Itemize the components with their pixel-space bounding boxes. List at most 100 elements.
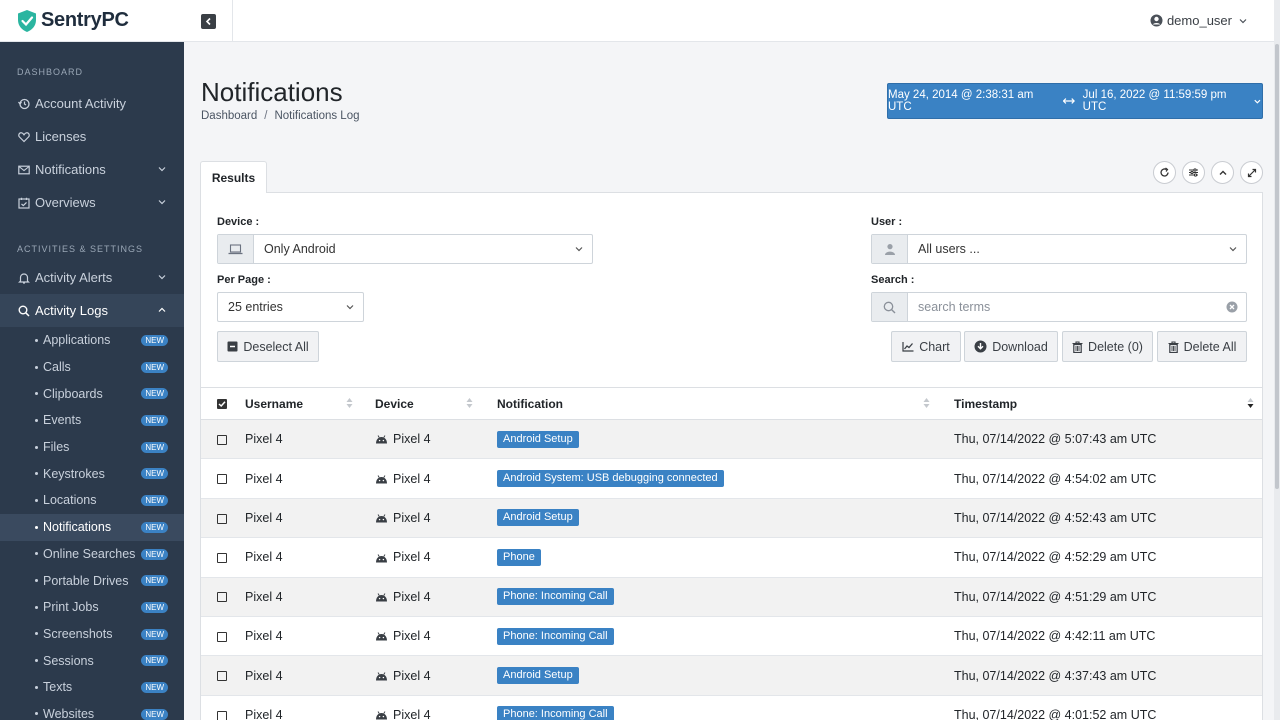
table-row[interactable]: Pixel 4 Pixel 4 Android Setup Thu, 07/14/20… xyxy=(201,419,1262,460)
per-page-select[interactable]: 25 entries xyxy=(217,292,364,322)
row-checkbox[interactable] xyxy=(217,513,227,524)
row-checkbox[interactable] xyxy=(217,553,227,564)
clear-search-icon[interactable] xyxy=(1226,301,1238,313)
row-checkbox[interactable] xyxy=(217,631,227,642)
device-cell: Pixel 4 xyxy=(375,695,497,720)
delete-all-button[interactable]: Delete All xyxy=(1157,331,1247,362)
brand[interactable]: SentryPC xyxy=(0,0,184,42)
row-checkbox-cell[interactable] xyxy=(201,577,245,617)
delete-button[interactable]: Delete (0) xyxy=(1062,331,1153,362)
chevron-down-icon xyxy=(1254,99,1261,104)
column-label: Notification xyxy=(497,396,563,411)
row-checkbox-cell[interactable] xyxy=(201,616,245,657)
sidebar-item-licenses[interactable]: Licenses xyxy=(0,120,184,153)
fullscreen-button[interactable] xyxy=(1240,161,1263,184)
column-header-timestamp[interactable]: Timestamp xyxy=(954,387,1262,420)
sidebar-item-label: Notifications xyxy=(35,162,106,177)
notification-badge: Android Setup xyxy=(497,430,579,448)
sidebar-subitem-locations[interactable]: Locations NEW xyxy=(0,487,184,514)
table-row[interactable]: Pixel 4 Pixel 4 Android Setup Thu, 07/14/20… xyxy=(201,655,1262,696)
search-input[interactable]: search terms xyxy=(908,300,1226,314)
sidebar-subitem-sessions[interactable]: Sessions NEW xyxy=(0,647,184,674)
sidebar-subitem-calls[interactable]: Calls NEW xyxy=(0,354,184,381)
timestamp-cell: Thu, 07/14/2022 @ 4:51:29 am UTC xyxy=(954,577,1262,617)
sidebar-subitem-clipboards[interactable]: Clipboards NEW xyxy=(0,380,184,407)
row-checkbox[interactable] xyxy=(217,592,227,603)
new-badge: NEW xyxy=(141,548,168,560)
username-text: Pixel 4 xyxy=(245,471,283,486)
breadcrumb-dashboard[interactable]: Dashboard xyxy=(201,110,257,122)
sidebar-subitem-keystrokes[interactable]: Keystrokes NEW xyxy=(0,460,184,487)
select-all-checkbox[interactable] xyxy=(217,399,227,410)
sidebar: SentryPC DASHBOARD Account Activity Lice… xyxy=(0,0,184,720)
username-text: Pixel 4 xyxy=(245,550,283,565)
sidebar-item-label: Licenses xyxy=(35,129,87,144)
section-title-dashboard: DASHBOARD xyxy=(17,67,84,77)
sidebar-item-overviews[interactable]: Overviews xyxy=(0,186,184,219)
chevron-down-icon xyxy=(575,247,583,252)
sidebar-item-notifications[interactable]: Notifications xyxy=(0,153,184,186)
column-header-device[interactable]: Device xyxy=(375,387,497,420)
tab-results[interactable]: Results xyxy=(200,161,267,193)
column-label: Device xyxy=(375,396,414,411)
collapse-panel-button[interactable] xyxy=(1211,161,1234,184)
sidebar-subitem-print-jobs[interactable]: Print Jobs NEW xyxy=(0,594,184,621)
settings-button[interactable] xyxy=(1182,161,1205,184)
heart-icon xyxy=(17,130,30,143)
user-menu[interactable]: demo_user xyxy=(1150,13,1252,28)
column-header-username[interactable]: Username xyxy=(245,387,375,420)
sidebar-item-activity-alerts[interactable]: Activity Alerts xyxy=(0,261,184,294)
row-checkbox-cell[interactable] xyxy=(201,419,245,460)
sidebar-toggle-button[interactable] xyxy=(184,0,233,42)
chevron-down-icon xyxy=(346,305,354,310)
select-all-checkbox-cell[interactable] xyxy=(201,387,245,420)
username-cell: Pixel 4 xyxy=(245,655,375,696)
sidebar-item-account-activity[interactable]: Account Activity xyxy=(0,87,184,120)
sidebar-subitem-events[interactable]: Events NEW xyxy=(0,407,184,434)
date-range-picker[interactable]: May 24, 2014 @ 2:38:31 am UTC Jul 16, 20… xyxy=(887,83,1263,119)
table-row[interactable]: Pixel 4 Pixel 4 Phone Thu, 07/14/2022 @ 4:5… xyxy=(201,537,1262,578)
row-checkbox[interactable] xyxy=(217,671,227,682)
sidebar-subitem-portable-drives[interactable]: Portable Drives NEW xyxy=(0,567,184,594)
sidebar-subitem-applications[interactable]: Applications NEW xyxy=(0,327,184,354)
sidebar-item-activity-logs[interactable]: Activity Logs xyxy=(0,294,184,327)
topbar: demo_user xyxy=(184,0,1280,42)
row-checkbox-cell[interactable] xyxy=(201,498,245,539)
download-button[interactable]: Download xyxy=(964,331,1058,362)
new-badge: NEW xyxy=(141,655,168,667)
device-select[interactable]: Only Android xyxy=(217,234,593,264)
deselect-all-button[interactable]: Deselect All xyxy=(217,331,319,362)
sort-icon xyxy=(466,398,473,408)
table-row[interactable]: Pixel 4 Pixel 4 Phone: Incoming Call Thu, 0… xyxy=(201,616,1262,657)
deselect-all-label: Deselect All xyxy=(243,339,309,354)
refresh-button[interactable] xyxy=(1153,161,1176,184)
row-checkbox[interactable] xyxy=(217,710,227,720)
row-checkbox-cell[interactable] xyxy=(201,537,245,578)
timestamp-text: Thu, 07/14/2022 @ 4:01:52 am UTC xyxy=(954,707,1157,720)
sidebar-subitem-websites[interactable]: Websites NEW xyxy=(0,701,184,720)
page-scrollbar[interactable] xyxy=(1274,0,1280,720)
row-checkbox[interactable] xyxy=(217,434,227,445)
row-checkbox[interactable] xyxy=(217,474,227,485)
timestamp-text: Thu, 07/14/2022 @ 4:52:43 am UTC xyxy=(954,510,1157,525)
column-label: Timestamp xyxy=(954,396,1018,411)
row-checkbox-cell[interactable] xyxy=(201,655,245,696)
table-row[interactable]: Pixel 4 Pixel 4 Android Setup Thu, 07/14/20… xyxy=(201,498,1262,539)
table-row[interactable]: Pixel 4 Pixel 4 Phone: Incoming Call Thu, 0… xyxy=(201,577,1262,617)
sidebar-subitem-files[interactable]: Files NEW xyxy=(0,434,184,461)
table-row[interactable]: Pixel 4 Pixel 4 Android System: USB debugg… xyxy=(201,458,1262,499)
chart-button[interactable]: Chart xyxy=(891,331,961,362)
sidebar-subitem-notifications[interactable]: Notifications NEW xyxy=(0,513,184,541)
user-select[interactable]: All users ... xyxy=(871,234,1247,264)
table-row[interactable]: Pixel 4 Pixel 4 Phone: Incoming Call Thu, 0… xyxy=(201,695,1262,720)
sidebar-subitem-texts[interactable]: Texts NEW xyxy=(0,674,184,701)
scrollbar-thumb[interactable] xyxy=(1275,44,1279,489)
row-checkbox-cell[interactable] xyxy=(201,695,245,720)
timestamp-cell: Thu, 07/14/2022 @ 4:42:11 am UTC xyxy=(954,616,1262,657)
sidebar-subitem-online-searches[interactable]: Online Searches NEW xyxy=(0,541,184,568)
sidebar-subitem-screenshots[interactable]: Screenshots NEW xyxy=(0,621,184,648)
search-field[interactable]: search terms xyxy=(871,292,1247,322)
row-checkbox-cell[interactable] xyxy=(201,458,245,499)
timestamp-text: Thu, 07/14/2022 @ 4:54:02 am UTC xyxy=(954,471,1157,486)
column-header-notification[interactable]: Notification xyxy=(497,387,954,420)
